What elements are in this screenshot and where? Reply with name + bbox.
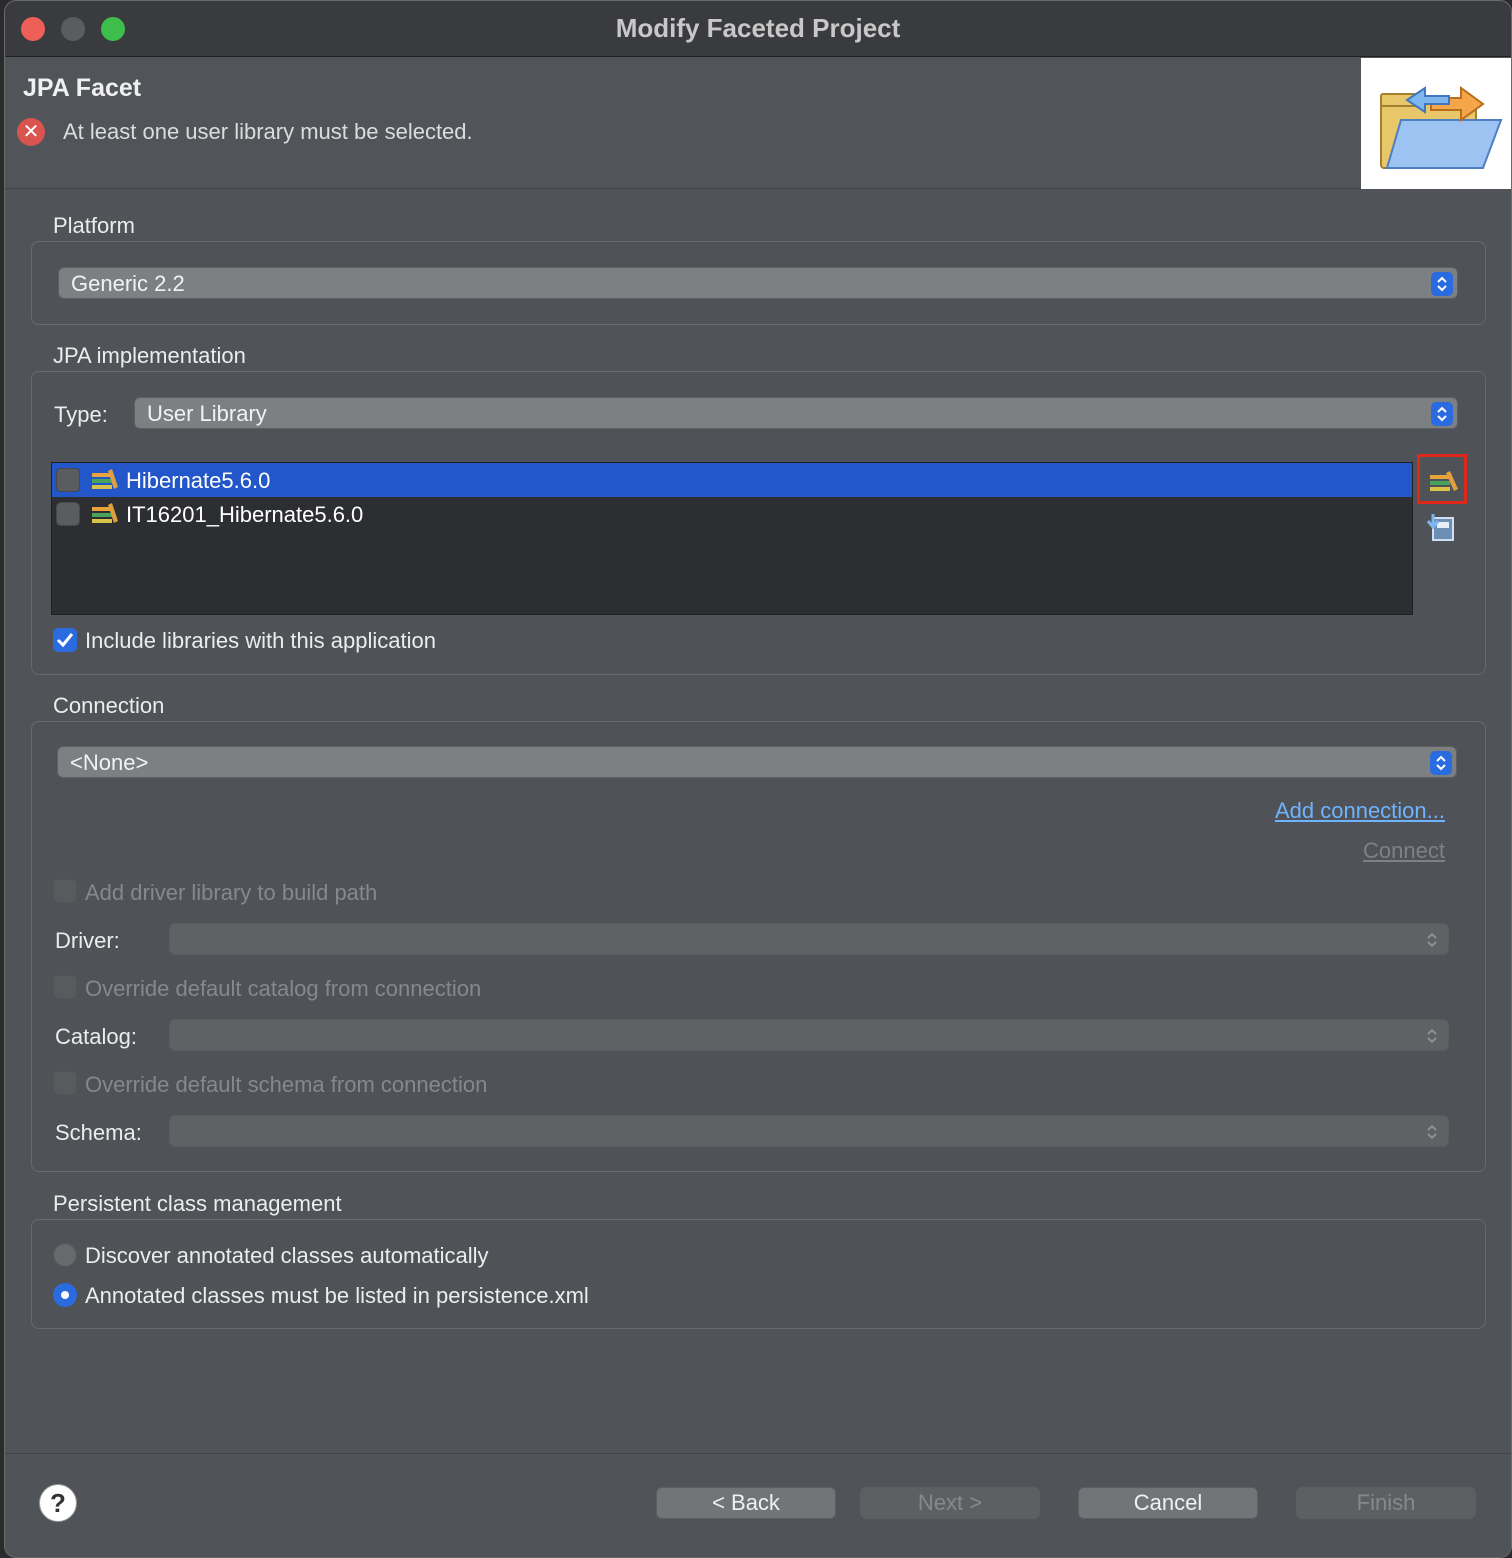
page-title: JPA Facet <box>23 74 142 102</box>
catalog-label: Catalog: <box>55 1024 137 1049</box>
persistent-class-group-label: Persistent class management <box>53 1191 342 1216</box>
listed-classes-label: Annotated classes must be listed in pers… <box>85 1283 589 1308</box>
chevron-updown-icon <box>1426 1120 1442 1144</box>
connection-group-label: Connection <box>53 693 165 718</box>
help-button[interactable]: ? <box>39 1484 77 1522</box>
library-name: IT16201_Hibernate5.6.0 <box>126 502 364 527</box>
connection-select[interactable]: <None> <box>57 746 1457 778</box>
back-button[interactable]: < Back <box>656 1487 836 1519</box>
override-schema-checkbox[interactable] <box>53 1071 77 1095</box>
chevron-updown-icon <box>1426 928 1442 952</box>
wizard-footer: ? < Back Next > Cancel Finish <box>5 1453 1511 1557</box>
chevron-updown-icon <box>1430 751 1452 775</box>
driver-label: Driver: <box>55 928 120 953</box>
user-library-list[interactable]: Hibernate5.6.0 IT16201_Hibernate5.6.0 <box>51 462 1413 615</box>
type-select-value: User Library <box>147 401 267 426</box>
type-select[interactable]: User Library <box>134 397 1458 429</box>
connect-link[interactable]: Connect <box>1363 838 1445 864</box>
add-connection-link[interactable]: Add connection... <box>1275 798 1445 824</box>
schema-label: Schema: <box>55 1120 142 1145</box>
library-icon <box>90 501 120 527</box>
catalog-select[interactable] <box>169 1019 1449 1051</box>
jpa-implementation-group-label: JPA implementation <box>53 343 246 368</box>
wizard-banner-folder-icon <box>1361 58 1511 189</box>
schema-select[interactable] <box>169 1115 1449 1147</box>
library-icon <box>90 467 120 493</box>
chevron-updown-icon <box>1426 1024 1442 1048</box>
finish-button[interactable]: Finish <box>1296 1487 1476 1519</box>
platform-group-label: Platform <box>53 213 135 238</box>
override-schema-label: Override default schema from connection <box>85 1072 488 1097</box>
override-catalog-checkbox[interactable] <box>53 975 77 999</box>
chevron-updown-icon <box>1431 402 1453 426</box>
add-driver-label: Add driver library to build path <box>85 880 378 905</box>
persistent-class-group <box>31 1219 1486 1329</box>
add-driver-checkbox[interactable] <box>53 879 77 903</box>
list-item[interactable]: IT16201_Hibernate5.6.0 <box>52 497 1412 531</box>
discover-classes-label: Discover annotated classes automatically <box>85 1243 489 1268</box>
next-button[interactable]: Next > <box>860 1487 1040 1519</box>
listed-classes-radio[interactable] <box>53 1283 77 1307</box>
override-catalog-label: Override default catalog from connection <box>85 976 482 1001</box>
cancel-button[interactable]: Cancel <box>1078 1487 1258 1519</box>
error-icon: ✕ <box>17 118 45 146</box>
manage-libraries-button[interactable] <box>1417 454 1467 504</box>
discover-classes-radio[interactable] <box>53 1243 77 1267</box>
window-title: Modify Faceted Project <box>615 13 901 43</box>
platform-select-value: Generic 2.2 <box>71 271 185 296</box>
include-libraries-checkbox[interactable] <box>53 628 77 652</box>
wizard-header: JPA Facet ✕ At least one user library mu… <box>5 58 1511 189</box>
library-name: Hibernate5.6.0 <box>126 468 271 493</box>
driver-select[interactable] <box>169 923 1449 955</box>
platform-select[interactable]: Generic 2.2 <box>58 267 1458 299</box>
platform-group: Generic 2.2 <box>31 241 1486 325</box>
dialog-window: Modify Faceted Project JPA Facet ✕ At le… <box>4 0 1512 1558</box>
library-checkbox[interactable] <box>56 502 80 526</box>
library-checkbox[interactable] <box>56 468 80 492</box>
connection-select-value: <None> <box>70 750 149 775</box>
error-message: At least one user library must be select… <box>63 119 473 144</box>
include-libraries-label: Include libraries with this application <box>85 628 436 653</box>
type-label: Type: <box>54 402 108 427</box>
list-item[interactable]: Hibernate5.6.0 <box>52 463 1412 497</box>
download-library-button[interactable] <box>1417 506 1467 556</box>
title-bar: Modify Faceted Project <box>5 1 1511 57</box>
chevron-updown-icon <box>1431 272 1453 296</box>
